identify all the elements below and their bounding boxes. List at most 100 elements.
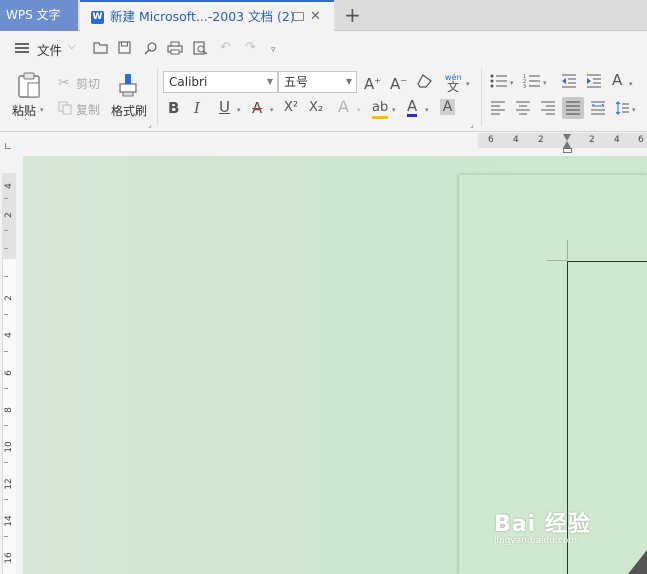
hanging-indent-marker[interactable] [563, 141, 571, 148]
chevron-down-icon[interactable]: ▾ [466, 80, 470, 88]
chevron-down-icon[interactable]: ⌵ [68, 41, 76, 52]
format-painter-button[interactable]: 格式刷 [111, 102, 147, 119]
format-painter-icon [119, 74, 137, 97]
quick-access-bar: 文件 ⌵ ↶ ↷ ▿ [0, 32, 647, 64]
crop-mark [567, 240, 568, 260]
shrink-font-icon: A [390, 75, 401, 93]
bold-button[interactable]: B [168, 100, 179, 116]
ruler-tick [4, 351, 8, 352]
document-tab-title: 新建 Microsoft...-2003 文档 (2) [110, 9, 295, 24]
ruler-tick [4, 230, 8, 231]
line-spacing-dropdown-icon[interactable]: ▾ [632, 106, 636, 114]
customize-chevron-icon[interactable]: ▿ [271, 43, 276, 57]
svg-text:3: 3 [523, 84, 526, 88]
text-effect-button[interactable]: A [338, 99, 349, 115]
decrease-indent-icon[interactable] [561, 74, 577, 88]
page-corner-fold [628, 550, 647, 574]
highlight-dropdown-icon[interactable]: ▾ [392, 106, 396, 114]
ruler-label: 4 [614, 135, 620, 145]
file-menu-button[interactable]: 文件 [37, 40, 62, 59]
close-tab-icon[interactable]: ✕ [310, 2, 321, 31]
left-indent-marker[interactable] [563, 148, 572, 153]
paste-button[interactable]: 粘贴 [12, 102, 36, 119]
ruler-tick [4, 425, 8, 426]
print-preview-icon[interactable] [193, 41, 208, 55]
italic-button[interactable]: I [194, 100, 200, 116]
chevron-down-icon[interactable]: ▾ [629, 80, 633, 88]
ruler-label: 4 [513, 135, 519, 145]
document-tab[interactable]: W 新建 Microsoft...-2003 文档 (2) ✕ [80, 0, 334, 32]
ruler-label: 2 [538, 135, 544, 145]
watermark: Bai 经验 jingyan.baidu.com [494, 506, 591, 546]
increase-indent-icon[interactable] [586, 74, 602, 88]
text-effect-dropdown-icon[interactable]: ▾ [357, 106, 361, 114]
superscript-button[interactable]: X² [284, 100, 298, 116]
first-line-indent-marker[interactable] [563, 134, 571, 141]
open-folder-icon[interactable] [93, 41, 108, 54]
align-right-icon[interactable] [540, 101, 556, 115]
ruler-label: 2 [4, 295, 14, 301]
numbering-dropdown-icon[interactable]: ▾ [543, 79, 547, 87]
strikethrough-button[interactable]: A [252, 100, 262, 116]
font-size-select[interactable]: 五号 ▼ [278, 71, 357, 93]
line-spacing-icon[interactable] [615, 101, 629, 115]
ruler-tick [4, 536, 8, 537]
underline-button[interactable]: U [219, 99, 230, 115]
ruler-label: 6 [638, 135, 644, 145]
paste-icon[interactable] [17, 72, 41, 98]
ribbon-separator [157, 68, 158, 126]
copy-button[interactable]: 复制 [76, 101, 100, 118]
bullet-dropdown-icon[interactable]: ▾ [510, 79, 514, 87]
ruler-tick [4, 462, 8, 463]
copy-icon [58, 101, 72, 115]
font-name-select[interactable]: Calibri ▼ [163, 71, 278, 93]
watermark-brand: Bai 经验 [494, 512, 591, 537]
tab-selector[interactable] [5, 143, 11, 149]
undo-icon[interactable]: ↶ [220, 41, 231, 55]
phonetic-char-icon: 文 [447, 80, 460, 94]
highlight-button[interactable]: ab [372, 100, 389, 119]
new-tab-button[interactable]: + [344, 3, 361, 27]
font-launcher-icon[interactable]: ⌟ [470, 120, 474, 129]
underline-dropdown-icon[interactable]: ▾ [237, 106, 241, 114]
font-color-button[interactable]: A [407, 99, 418, 117]
window-preview-icon[interactable] [293, 12, 304, 21]
grow-font-icon: A [364, 75, 375, 93]
font-color-dropdown-icon[interactable]: ▾ [425, 106, 429, 114]
ribbon-separator [481, 68, 482, 126]
character-shading-button[interactable]: A [440, 99, 455, 115]
shrink-font-button[interactable]: A− [390, 73, 407, 92]
print-icon[interactable] [167, 41, 183, 55]
align-left-icon[interactable] [490, 101, 506, 115]
redo-icon[interactable]: ↷ [245, 41, 256, 55]
align-center-icon[interactable] [515, 101, 531, 115]
ruler-tick [4, 388, 8, 389]
scissors-icon: ✂ [58, 75, 70, 91]
cut-button[interactable]: 剪切 [76, 75, 100, 92]
clear-format-icon[interactable] [417, 74, 433, 88]
menu-icon[interactable] [15, 41, 29, 55]
grow-font-button[interactable]: A+ [364, 73, 381, 92]
title-bar: WPS 文字 W 新建 Microsoft...-2003 文档 (2) ✕ + [0, 0, 647, 32]
clipboard-launcher-icon[interactable]: ⌟ [148, 120, 152, 129]
bullet-list-icon[interactable] [490, 74, 508, 88]
distribute-icon[interactable] [590, 101, 606, 115]
font-name-value: Calibri [169, 75, 208, 89]
ruler-label: 8 [4, 407, 14, 413]
text-direction-button[interactable]: A [612, 72, 622, 88]
crop-mark [547, 260, 567, 261]
ruler-tick [4, 198, 8, 199]
ruler-label: 4 [4, 183, 14, 189]
ruler-tick [4, 276, 8, 277]
find-icon[interactable] [144, 41, 158, 55]
numbered-list-icon[interactable]: 123 [523, 74, 541, 88]
justify-icon [566, 101, 580, 115]
subscript-button[interactable]: X₂ [309, 100, 323, 116]
app-tab[interactable]: WPS 文字 [0, 0, 78, 31]
horizontal-ruler [0, 133, 647, 153]
ruler-tick [4, 248, 8, 249]
ruler-label: 10 [4, 441, 14, 453]
paste-dropdown-icon[interactable]: ▾ [40, 106, 44, 114]
save-icon[interactable] [118, 41, 131, 54]
strikethrough-dropdown-icon[interactable]: ▾ [270, 106, 274, 114]
